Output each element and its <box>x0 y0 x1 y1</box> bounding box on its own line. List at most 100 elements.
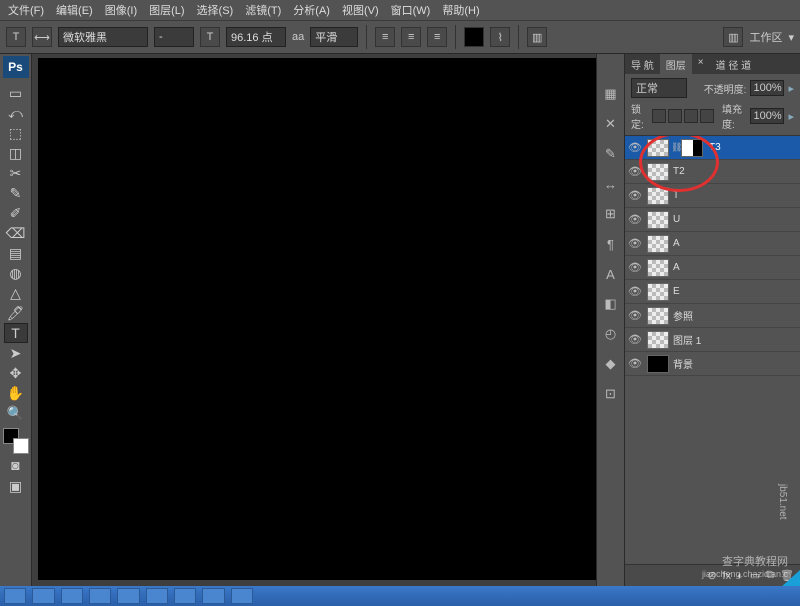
layer-name[interactable]: T <box>671 190 679 201</box>
tool[interactable]: ✂ <box>4 163 28 183</box>
workspace-icon[interactable]: ▥ <box>723 27 743 47</box>
layer-mask[interactable] <box>681 139 703 157</box>
tool[interactable]: ⤺ <box>4 103 28 123</box>
layer-thumb[interactable] <box>647 259 669 277</box>
screenmode[interactable]: ▣ <box>4 476 28 496</box>
visibility-icon[interactable]: 👁 <box>625 141 645 154</box>
tool[interactable]: ▭ <box>4 83 28 103</box>
taskbar-item[interactable] <box>61 588 83 604</box>
panel-tab[interactable]: 图层 <box>660 54 692 74</box>
layer-thumb[interactable] <box>647 355 669 373</box>
tool-preset[interactable]: T <box>6 27 26 47</box>
tool[interactable]: 🖊 <box>4 303 28 323</box>
layer-name[interactable]: A <box>671 238 680 249</box>
layer-row[interactable]: 👁T <box>625 184 800 208</box>
layer-row[interactable]: 👁E <box>625 280 800 304</box>
layer-thumb[interactable] <box>647 187 669 205</box>
menu-item[interactable]: 文件(F) <box>4 0 48 20</box>
taskbar-item[interactable] <box>4 588 26 604</box>
menu-item[interactable]: 视图(V) <box>338 0 383 20</box>
tool[interactable]: ✥ <box>4 363 28 383</box>
layer-name[interactable]: E <box>671 286 680 297</box>
tool[interactable]: ⬚ <box>4 123 28 143</box>
layer-row[interactable]: 👁A <box>625 232 800 256</box>
align-left[interactable]: ≡ <box>375 27 395 47</box>
taskbar-item[interactable] <box>89 588 111 604</box>
panel-tab[interactable]: 导 航 <box>625 54 660 74</box>
layer-row[interactable]: 👁 图层 1 <box>625 328 800 352</box>
layer-row[interactable]: 👁T2 <box>625 160 800 184</box>
visibility-icon[interactable]: 👁 <box>625 261 645 274</box>
tool[interactable]: ◫ <box>4 143 28 163</box>
tool[interactable]: T <box>4 323 28 343</box>
menu-item[interactable]: 选择(S) <box>193 0 238 20</box>
opacity-arrow[interactable]: ▸ <box>788 82 794 95</box>
layer-thumb[interactable] <box>647 235 669 253</box>
align-right[interactable]: ≡ <box>427 27 447 47</box>
dock-icon[interactable]: ⊡ <box>601 384 621 404</box>
tool[interactable]: ▤ <box>4 243 28 263</box>
layer-name[interactable]: U <box>671 214 680 225</box>
menu-item[interactable]: 图像(I) <box>101 0 141 20</box>
visibility-icon[interactable]: 👁 <box>625 333 645 346</box>
quickmask[interactable]: ◙ <box>4 455 28 475</box>
layer-name[interactable]: T3 <box>707 142 721 153</box>
font-style[interactable]: - <box>154 27 194 47</box>
tool[interactable]: ✋ <box>4 383 28 403</box>
layer-row[interactable]: 👁参照 <box>625 304 800 328</box>
font-family[interactable]: 微软雅黑 <box>58 27 148 47</box>
layer-row[interactable]: 👁U <box>625 208 800 232</box>
taskbar-item[interactable] <box>231 588 253 604</box>
opacity-value[interactable]: 100% <box>750 80 784 96</box>
text-color[interactable] <box>464 27 484 47</box>
taskbar-item[interactable] <box>117 588 139 604</box>
taskbar-item[interactable] <box>146 588 168 604</box>
fill-arrow[interactable]: ▸ <box>788 110 794 123</box>
layer-thumb[interactable] <box>647 283 669 301</box>
menu-item[interactable]: 图层(L) <box>145 0 188 20</box>
taskbar-item[interactable] <box>202 588 224 604</box>
dock-icon[interactable]: ▦ <box>601 84 621 104</box>
panel-tab[interactable]: × <box>692 54 710 74</box>
menu-item[interactable]: 窗口(W) <box>387 0 435 20</box>
visibility-icon[interactable]: 👁 <box>625 357 645 370</box>
color-swatch[interactable] <box>3 428 29 454</box>
taskbar-item[interactable] <box>32 588 54 604</box>
layer-thumb[interactable] <box>647 211 669 229</box>
layer-thumb[interactable] <box>647 331 669 349</box>
dock-icon[interactable]: ✎ <box>601 144 621 164</box>
font-size[interactable]: 96.16 点 <box>226 27 286 47</box>
menu-item[interactable]: 编辑(E) <box>52 0 97 20</box>
dock-icon[interactable]: A <box>601 264 621 284</box>
menu-item[interactable]: 滤镜(T) <box>241 0 285 20</box>
tool[interactable]: △ <box>4 283 28 303</box>
fill-value[interactable]: 100% <box>750 108 784 124</box>
layer-name[interactable]: T2 <box>671 166 685 177</box>
visibility-icon[interactable]: 👁 <box>625 189 645 202</box>
tool[interactable]: 🔍 <box>4 403 28 423</box>
visibility-icon[interactable]: 👁 <box>625 237 645 250</box>
layer-row[interactable]: 👁⛓T3 <box>625 136 800 160</box>
tool[interactable]: ✐ <box>4 203 28 223</box>
layer-thumb[interactable] <box>647 307 669 325</box>
taskbar-item[interactable] <box>174 588 196 604</box>
menu-item[interactable]: 分析(A) <box>289 0 334 20</box>
tool[interactable]: ⌫ <box>4 223 28 243</box>
align-center[interactable]: ≡ <box>401 27 421 47</box>
char-panel[interactable]: ▥ <box>527 27 547 47</box>
warp-text[interactable]: ⌇ <box>490 27 510 47</box>
layer-name[interactable]: A <box>671 262 680 273</box>
tool[interactable]: ◍ <box>4 263 28 283</box>
layer-name[interactable]: 图层 1 <box>671 332 701 347</box>
layer-name[interactable]: 参照 <box>671 308 693 323</box>
dock-icon[interactable]: ↔ <box>601 174 621 194</box>
dock-icon[interactable]: ◴ <box>601 324 621 344</box>
workspace-arrow[interactable]: ▾ <box>788 31 794 44</box>
dock-icon[interactable]: ⊞ <box>601 204 621 224</box>
layer-row[interactable]: 👁A <box>625 256 800 280</box>
workspace-label[interactable]: 工作区 <box>749 29 782 45</box>
text-orientation[interactable]: ⟷ <box>32 27 52 47</box>
dock-icon[interactable]: ◆ <box>601 354 621 374</box>
layer-thumb[interactable] <box>647 163 669 181</box>
tool[interactable]: ✎ <box>4 183 28 203</box>
